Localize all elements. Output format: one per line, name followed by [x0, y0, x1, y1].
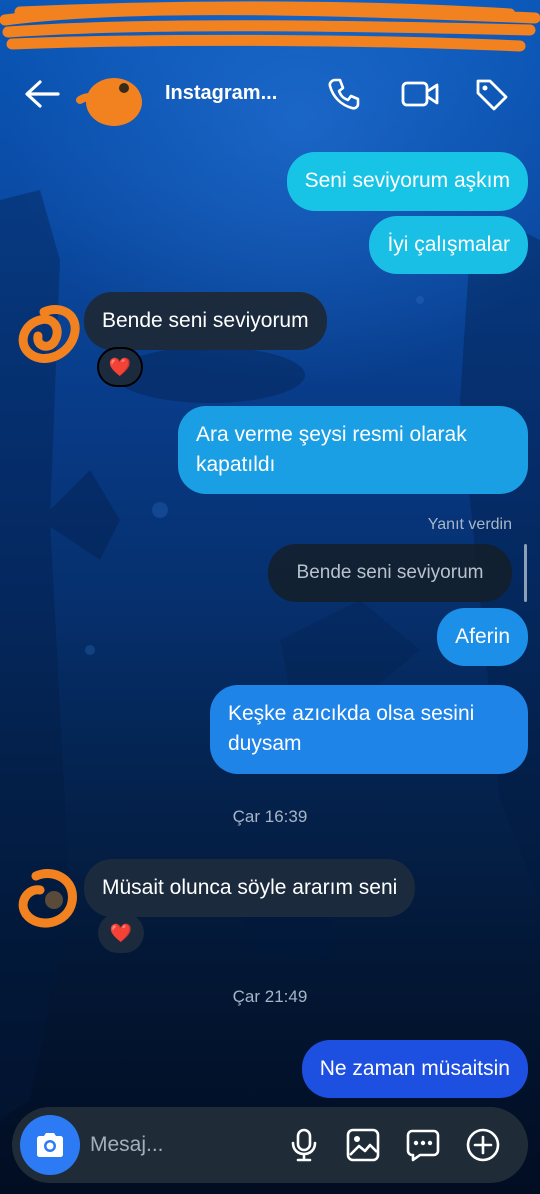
microphone-icon — [291, 1128, 317, 1162]
heart-icon: ❤️ — [108, 356, 132, 377]
reply-label: Yanıt verdin — [427, 516, 512, 533]
avatar-scribble — [18, 305, 80, 363]
quoted-text: Bende seni seviyorum — [296, 562, 484, 583]
tag-button[interactable] — [470, 72, 514, 116]
tag-icon — [476, 79, 508, 111]
contact-avatar-small[interactable] — [14, 866, 84, 936]
message-composer — [12, 1107, 528, 1183]
plus-circle-icon — [466, 1128, 500, 1162]
message-incoming[interactable]: Bende seni seviyorum — [84, 292, 327, 350]
sticker-chat-icon — [406, 1129, 440, 1162]
contact-avatar-small[interactable] — [14, 300, 84, 370]
message-outgoing[interactable]: İyi çalışmalar — [369, 216, 528, 274]
heart-reaction[interactable]: ❤️ — [97, 347, 143, 387]
message-outgoing[interactable]: Seni seviyorum aşkım — [286, 152, 528, 211]
message-text: Ne zaman müsaitsin — [319, 1057, 510, 1080]
message-text: İyi çalışmalar — [387, 233, 510, 256]
phone-icon — [328, 78, 360, 110]
message-incoming[interactable]: Müsait olunca söyle ararım seni — [84, 859, 416, 917]
contact-avatar[interactable] — [76, 74, 146, 130]
timestamp: Çar 21:49 — [232, 987, 308, 1006]
message-outgoing[interactable]: Keşke azıcıkda olsa sesini duysam — [210, 685, 528, 774]
voice-message-button[interactable] — [286, 1127, 322, 1163]
message-text: Müsait olunca söyle ararım seni — [102, 876, 398, 899]
message-outgoing[interactable]: Ara verme şeysi resmi olarak kapatıldı — [178, 406, 528, 494]
video-camera-icon — [401, 81, 439, 107]
gallery-button[interactable] — [345, 1127, 381, 1163]
message-text: Ara verme şeysi resmi olarak kapatıldı — [196, 423, 467, 476]
reply-indicator-bar — [524, 544, 527, 602]
camera-icon — [37, 1133, 63, 1157]
status-bar — [0, 0, 540, 58]
more-options-button[interactable] — [465, 1127, 501, 1163]
chat-header: Instagram... — [0, 62, 540, 132]
heart-icon: ❤️ — [109, 922, 133, 943]
message-outgoing[interactable]: Aferin — [437, 608, 528, 666]
video-call-button[interactable] — [398, 72, 442, 116]
message-text: Aferin — [455, 625, 510, 648]
message-text: Seni seviyorum aşkım — [304, 169, 510, 192]
arrow-left-icon — [25, 80, 60, 108]
sticker-button[interactable] — [405, 1127, 441, 1163]
audio-call-button[interactable] — [322, 72, 366, 116]
quoted-message[interactable]: Bende seni seviyorum — [268, 544, 512, 602]
avatar-scribble — [76, 78, 142, 126]
heart-reaction[interactable]: ❤️ — [98, 913, 144, 953]
avatar-scribble — [18, 869, 77, 928]
chat-title[interactable]: Instagram... — [165, 82, 277, 105]
image-icon — [346, 1128, 380, 1162]
message-input[interactable] — [90, 1129, 270, 1161]
redaction-scribble — [0, 1, 540, 52]
message-text: Bende seni seviyorum — [102, 309, 309, 332]
message-text: Keşke azıcıkda olsa sesini duysam — [228, 702, 475, 755]
camera-button[interactable] — [20, 1115, 80, 1175]
message-outgoing[interactable]: Ne zaman müsaitsin — [301, 1040, 528, 1098]
back-button[interactable] — [20, 72, 64, 116]
timestamp: Çar 16:39 — [232, 807, 308, 826]
